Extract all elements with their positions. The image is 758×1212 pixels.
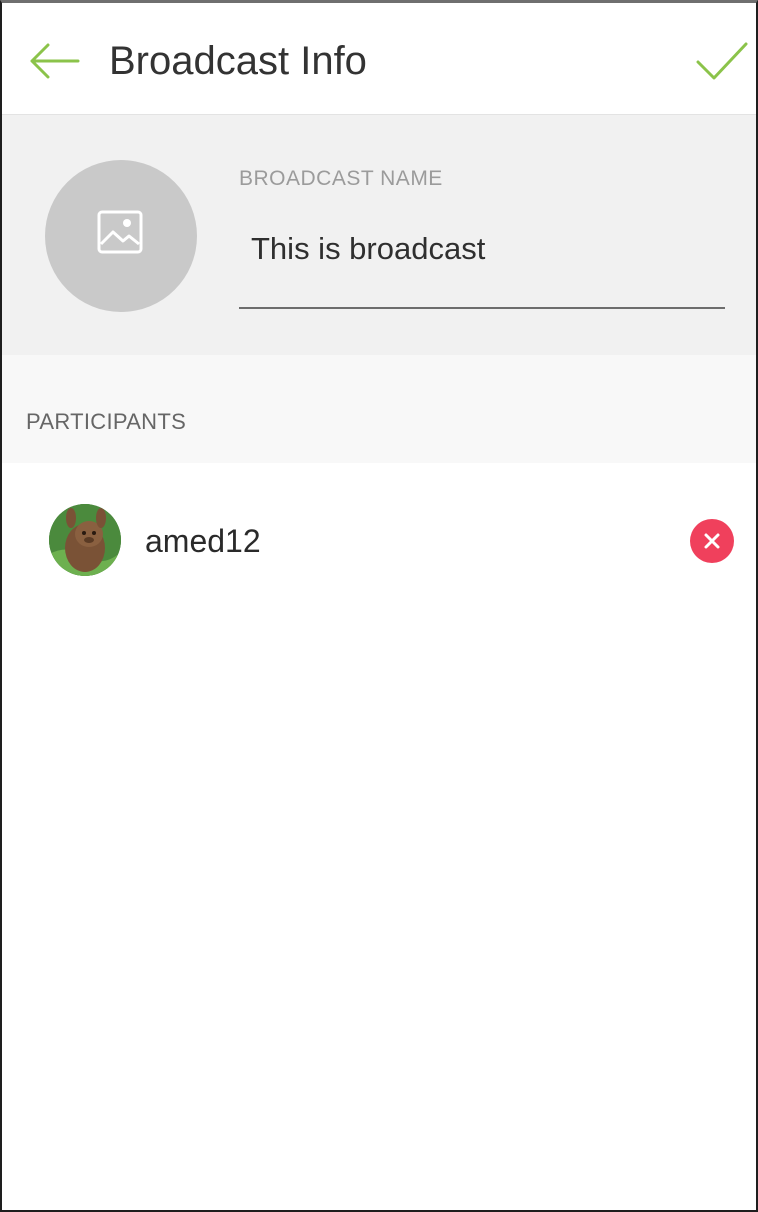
remove-participant-button[interactable] (690, 519, 734, 563)
app-bar: Broadcast Info (2, 3, 756, 115)
back-button[interactable] (24, 33, 84, 89)
broadcast-info-section: BROADCAST NAME (2, 115, 756, 355)
broadcast-name-label: BROADCAST NAME (239, 167, 443, 190)
checkmark-icon (696, 42, 748, 80)
avatar-image (49, 504, 121, 576)
app-frame: Broadcast Info BROADCAST NAME PARTICIPAN… (0, 0, 758, 1212)
remove-icon (704, 533, 720, 549)
broadcast-name-field[interactable] (239, 223, 725, 309)
participants-label: PARTICIPANTS (26, 409, 187, 434)
user-avatar-icon (49, 504, 121, 576)
broadcast-name-input[interactable] (239, 223, 725, 275)
broadcast-avatar[interactable] (45, 160, 197, 312)
arrow-left-icon (30, 43, 80, 79)
confirm-button[interactable] (692, 33, 752, 89)
participants-header: PARTICIPANTS (2, 355, 756, 463)
image-placeholder-icon (97, 210, 143, 254)
page-title: Broadcast Info (109, 39, 367, 83)
participant-name: amed12 (145, 523, 261, 559)
participant-row[interactable]: amed12 (2, 463, 756, 619)
